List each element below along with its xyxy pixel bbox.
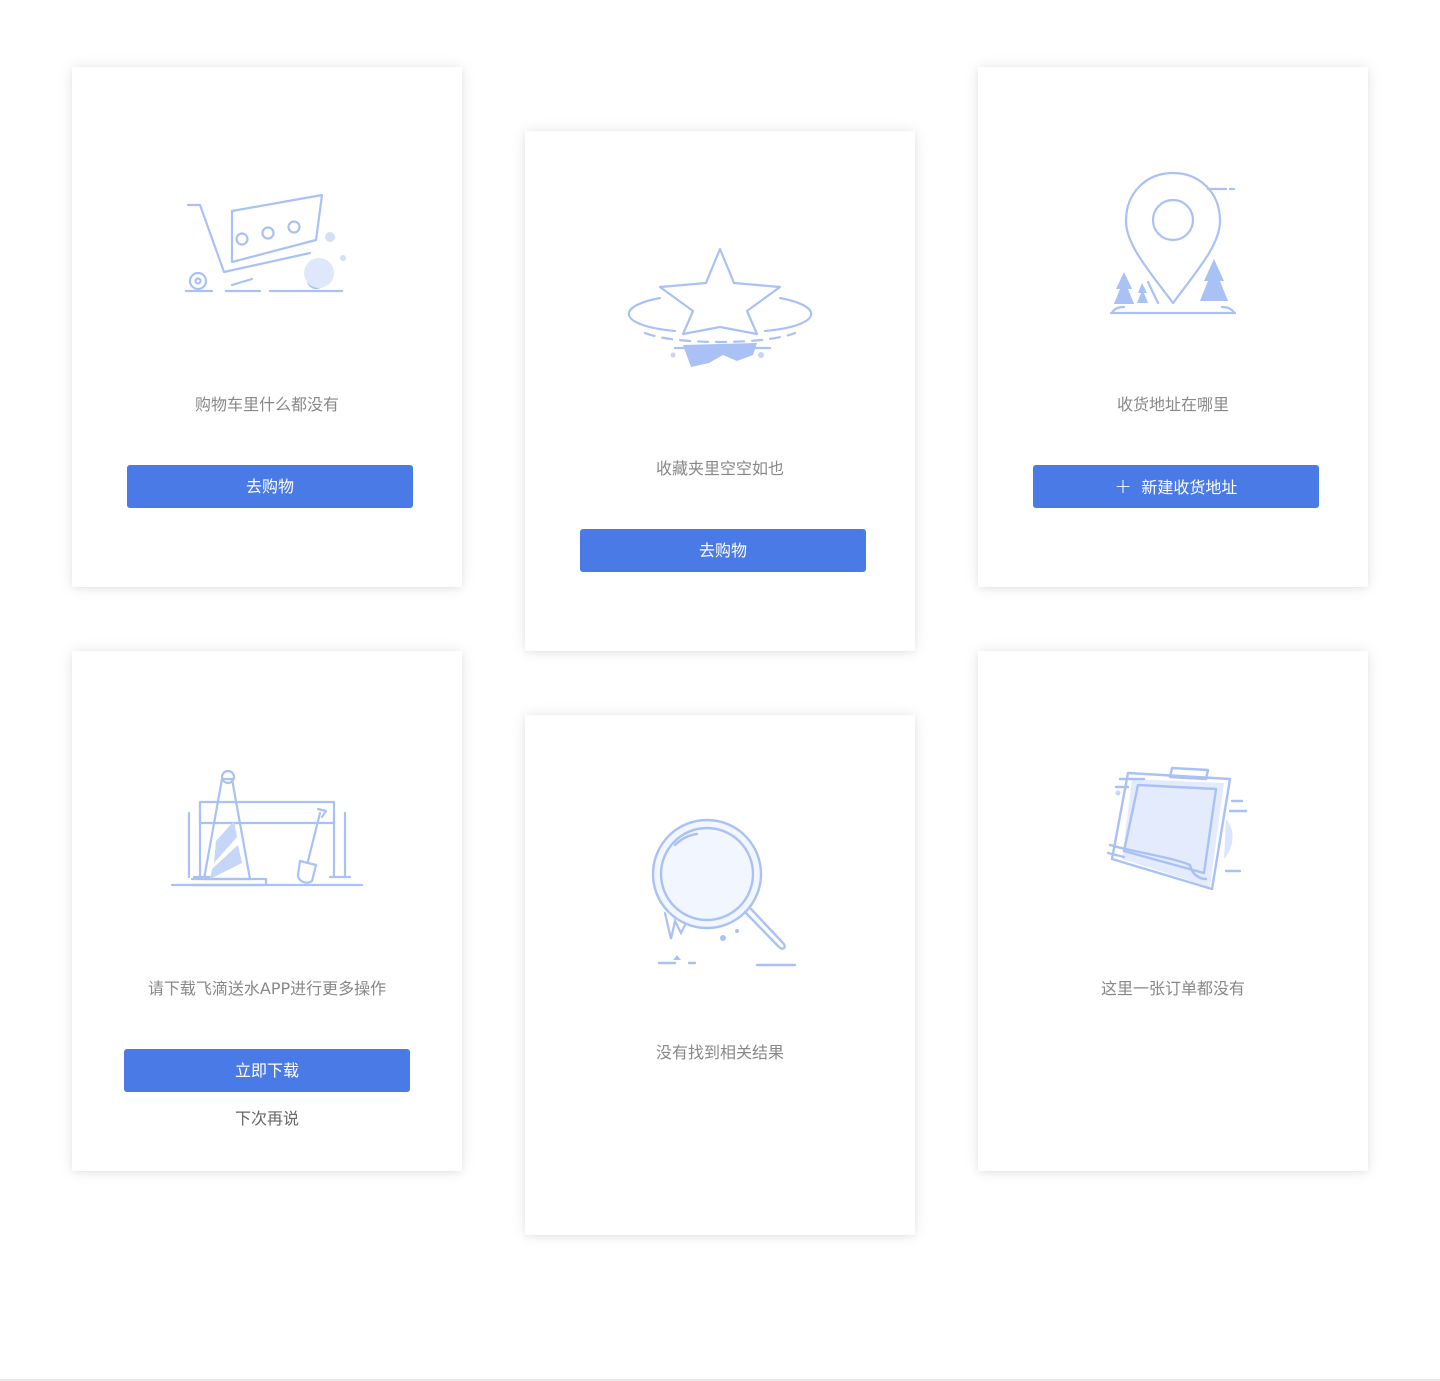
star-icon [627, 247, 813, 367]
no-orders-card: 这里一张订单都没有 [978, 651, 1368, 1171]
go-shopping-button[interactable]: 去购物 [127, 465, 413, 508]
download-now-button[interactable]: 立即下载 [124, 1049, 410, 1092]
shopping-cart-icon [184, 193, 346, 293]
clipboard-icon [1106, 766, 1248, 891]
no-orders-message: 这里一张订单都没有 [1100, 979, 1245, 998]
empty-favorites-message: 收藏夹里空空如也 [655, 459, 784, 478]
empty-cart-card: 购物车里什么都没有 去购物 [72, 67, 462, 587]
go-shopping-button[interactable]: 去购物 [580, 529, 866, 572]
construction-icon [170, 769, 364, 887]
no-results-card: 没有找到相关结果 [525, 715, 915, 1235]
empty-cart-message: 购物车里什么都没有 [194, 395, 339, 414]
magnifier-icon [651, 818, 797, 967]
empty-favorites-card: 收藏夹里空空如也 去购物 [525, 131, 915, 651]
no-results-message: 没有找到相关结果 [655, 1043, 784, 1062]
empty-address-card: 收货地址在哪里 + 新建收货地址 [978, 67, 1368, 587]
new-address-label: 新建收货地址 [1141, 478, 1238, 497]
download-app-card: 请下载飞滴送水APP进行更多操作 立即下载 下次再说 [72, 651, 462, 1171]
plus-icon: + [1114, 474, 1132, 498]
location-pin-icon [1109, 171, 1237, 315]
later-link[interactable]: 下次再说 [72, 1109, 462, 1129]
empty-address-message: 收货地址在哪里 [1116, 395, 1229, 414]
empty-states-page: 购物车里什么都没有 去购物 收藏夹里空空如也 去购物 收货地址在哪里 + 新建收… [0, 0, 1440, 1381]
new-address-button[interactable]: + 新建收货地址 [1033, 465, 1319, 508]
download-app-message: 请下载飞滴送水APP进行更多操作 [147, 979, 387, 998]
